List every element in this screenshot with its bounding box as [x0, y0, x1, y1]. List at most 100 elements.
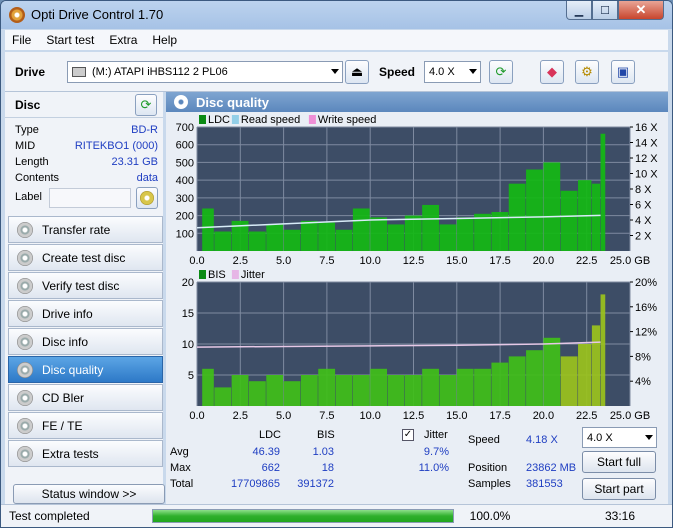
refresh-icon: ⟳: [140, 97, 152, 112]
x-tick-label: 25.0 GB: [610, 410, 650, 421]
close-button[interactable]: ✕: [618, 1, 664, 20]
nav-transfer-rate[interactable]: Transfer rate: [8, 216, 163, 243]
legend-label: Jitter: [241, 269, 265, 281]
status-window-button[interactable]: Status window >>: [13, 484, 165, 504]
bar-bis: [231, 375, 249, 406]
disc-icon: [17, 333, 33, 350]
bar-ldc: [422, 204, 439, 251]
x-tick-label: 2.5: [233, 255, 248, 264]
bar-bis: [404, 375, 422, 406]
stats-avg-jitter: 9.7%: [423, 446, 449, 458]
speed-select[interactable]: 4.0 X: [424, 61, 481, 83]
start-full-button[interactable]: Start full: [582, 451, 656, 473]
legend-swatch: [231, 115, 239, 124]
disc-icon: [17, 417, 33, 434]
y-tick-label: 100: [176, 228, 194, 240]
drive-label: Drive: [15, 65, 46, 79]
disc-label-button[interactable]: [136, 187, 158, 209]
nav-verify-test-disc[interactable]: Verify test disc: [8, 272, 163, 299]
y2-tick-label: 20%: [635, 277, 657, 289]
stats-max-jitter: 11.0%: [418, 462, 449, 474]
y-tick-label: 200: [176, 211, 194, 223]
x-tick-label: 20.0: [533, 410, 554, 421]
refresh-speed-button[interactable]: ⟳: [489, 60, 513, 84]
x-tick-label: 17.5: [489, 410, 510, 421]
bar-bis: [439, 375, 457, 406]
nav-drive-info[interactable]: Drive info: [8, 300, 163, 327]
eraser-icon: ◆: [547, 64, 557, 79]
disc-length-row: Length 23.31 GB: [15, 156, 158, 172]
jitter-checkbox[interactable]: ✓: [402, 429, 414, 441]
nav-label: Disc quality: [42, 362, 104, 377]
erase-button[interactable]: ◆: [540, 60, 564, 84]
y-tick-label: 500: [176, 157, 194, 169]
menu-help[interactable]: Help: [145, 33, 185, 47]
y-tick-label: 10: [182, 339, 194, 351]
disc-icon: [17, 445, 33, 462]
y-tick-label: 20: [182, 277, 194, 289]
progress-percent: 100.0%: [469, 509, 511, 523]
menu-start-test[interactable]: Start test: [39, 33, 102, 47]
bar-bis: [370, 368, 388, 406]
x-tick-label: 5.0: [276, 410, 291, 421]
bar-bis: [422, 368, 439, 406]
nav-cd-bler[interactable]: CD Bler: [8, 384, 163, 411]
nav-disc-quality[interactable]: Disc quality: [8, 356, 163, 383]
stats-avg-bis: 1.03: [312, 446, 334, 458]
x-tick-label: 17.5: [489, 255, 510, 264]
bar-ldc: [283, 229, 301, 251]
menu-file[interactable]: File: [5, 33, 39, 47]
maximize-button[interactable]: ☐: [592, 1, 618, 20]
disc-label-input[interactable]: [49, 188, 131, 208]
menu-extra[interactable]: Extra: [102, 33, 145, 47]
bar-ldc: [600, 133, 606, 251]
x-tick-label: 10.0: [359, 255, 380, 264]
nav-disc-info[interactable]: Disc info: [8, 328, 163, 355]
bar-bis: [352, 375, 370, 406]
toolbar: Drive (M:) ATAPI iHBS112 2 PL06 ⏏ Speed …: [5, 52, 668, 92]
drive-icon: [72, 67, 86, 77]
app-disc-icon: [9, 7, 25, 23]
stats-total-label: Total: [170, 478, 194, 490]
drive-select[interactable]: (M:) ATAPI iHBS112 2 PL06: [67, 61, 343, 83]
nav-create-test-disc[interactable]: Create test disc: [8, 244, 163, 271]
disc-icon: [17, 389, 33, 406]
elapsed-time: 33:16: [605, 509, 636, 523]
bar-ldc: [300, 220, 318, 251]
disc-icon: [17, 305, 33, 322]
y2-tick-label: 8 X: [635, 184, 652, 196]
x-tick-label: 5.0: [276, 255, 291, 264]
bar-ldc: [456, 217, 474, 251]
test-speed-select[interactable]: 4.0 X: [582, 427, 657, 448]
position-value: 23862 MB: [526, 462, 577, 474]
bar-bis: [387, 375, 405, 406]
eject-button[interactable]: ⏏: [345, 60, 369, 84]
legend-label: BIS: [208, 269, 226, 281]
y2-tick-label: 2 X: [635, 231, 652, 243]
x-tick-label: 12.5: [403, 255, 424, 264]
progress-bar: [152, 509, 454, 523]
start-part-button[interactable]: Start part: [582, 478, 656, 500]
settings-button[interactable]: ⚙: [575, 60, 599, 84]
x-tick-label: 20.0: [533, 255, 554, 264]
bis-jitter-chart: 0.0 2.5 5.0 7.5 10.0 12.5 15.0 17.5 20.0 22.5 25.0…: [182, 269, 657, 421]
nav-extra-tests[interactable]: Extra tests: [8, 440, 163, 467]
bar-ldc: [202, 208, 214, 251]
minimize-button[interactable]: ▁: [566, 1, 592, 20]
stats-total-ldc: 17709865: [231, 478, 280, 490]
refresh-disc-button[interactable]: ⟳: [135, 94, 157, 116]
y-tick-label: 15: [182, 308, 194, 320]
legend-swatch: [308, 115, 316, 124]
save-button[interactable]: ▣: [611, 60, 635, 84]
drive-select-value: (M:) ATAPI iHBS112 2 PL06: [92, 66, 228, 78]
bar-ldc: [335, 229, 353, 251]
nav-label: CD Bler: [42, 390, 85, 405]
y2-tick-label: 16%: [635, 302, 657, 314]
disc-contents-key: Contents: [15, 172, 60, 184]
bar-bis: [526, 350, 543, 406]
x-tick-label: 0.0: [189, 410, 204, 421]
panel-title: Disc quality: [196, 94, 269, 110]
nav-fe-te[interactable]: FE / TE: [8, 412, 163, 439]
bar-ldc: [248, 231, 266, 251]
y2-tick-label: 8%: [635, 351, 651, 363]
